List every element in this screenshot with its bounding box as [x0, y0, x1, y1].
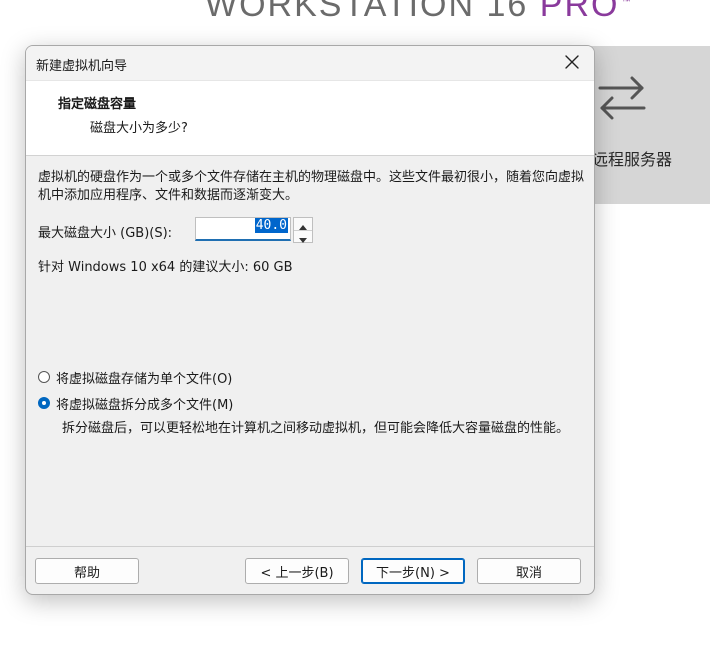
dialog-title: 新建虚拟机向导	[36, 59, 128, 74]
max-disk-size-value: 40.0	[254, 218, 288, 233]
single-file-radio[interactable]	[38, 371, 50, 383]
disk-size-spinner[interactable]	[293, 217, 313, 243]
cancel-button[interactable]: 取消	[477, 558, 581, 584]
page-subtitle: 磁盘大小为多少?	[90, 121, 188, 136]
help-button[interactable]: 帮助	[35, 558, 139, 584]
recommended-size-text: 针对 Windows 10 x64 的建议大小: 60 GB	[38, 260, 293, 275]
product-logo: WORKSTATION 16 PRO ™	[205, 0, 632, 25]
wizard-header: 指定磁盘容量 磁盘大小为多少?	[26, 80, 594, 156]
new-vm-wizard-dialog: 新建虚拟机向导 指定磁盘容量 磁盘大小为多少? 虚拟机的硬盘作为一个或多个文件存…	[25, 45, 595, 595]
split-files-description: 拆分磁盘后，可以更轻松地在计算机之间移动虚拟机，但可能会降低大容量磁盘的性能。	[62, 421, 570, 436]
back-button[interactable]: < 上一步(B)	[245, 558, 349, 584]
product-edition: PRO	[539, 0, 620, 24]
dialog-titlebar[interactable]: 新建虚拟机向导	[26, 46, 594, 80]
split-files-option[interactable]: 将虚拟磁盘拆分成多个文件(M)	[38, 393, 233, 413]
max-disk-size-input[interactable]: 40.0	[195, 217, 291, 241]
swap-arrows-icon	[596, 74, 648, 126]
close-button[interactable]	[552, 48, 592, 78]
max-disk-size-row: 最大磁盘大小 (GB)(S): 40.0	[38, 217, 338, 243]
close-icon	[565, 54, 579, 73]
footer-divider	[26, 546, 594, 547]
trademark-mark: ™	[621, 0, 633, 6]
split-files-radio[interactable]	[38, 397, 50, 409]
disk-description: 虚拟机的硬盘作为一个或多个文件存储在主机的物理磁盘中。这些文件最初很小，随着您向…	[38, 170, 585, 203]
chevron-down-icon	[299, 228, 307, 247]
decrement-button[interactable]	[294, 230, 312, 243]
next-button[interactable]: 下一步(N) >	[361, 558, 465, 584]
page-title: 指定磁盘容量	[58, 97, 137, 112]
single-file-option[interactable]: 将虚拟磁盘存储为单个文件(O)	[38, 367, 232, 387]
split-files-label: 将虚拟磁盘拆分成多个文件(M)	[56, 397, 234, 413]
single-file-label: 将虚拟磁盘存储为单个文件(O)	[56, 371, 233, 387]
product-name: WORKSTATION 16	[205, 0, 529, 24]
max-disk-size-label: 最大磁盘大小 (GB)(S):	[38, 226, 173, 241]
tile-label: 远程服务器	[592, 150, 673, 169]
